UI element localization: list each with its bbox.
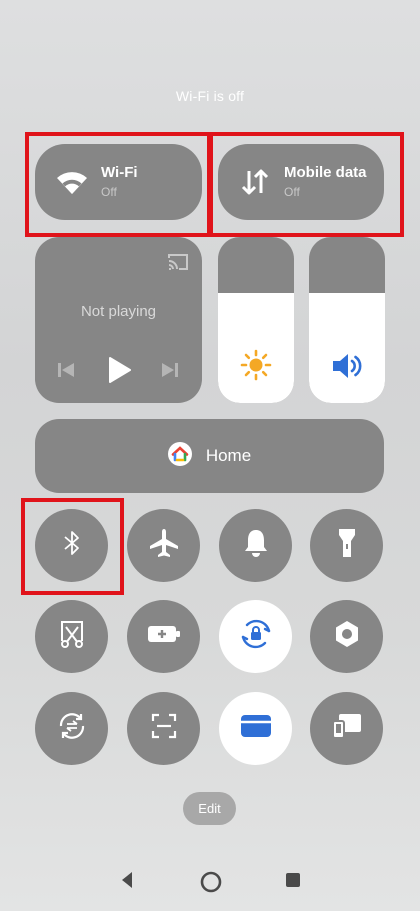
highlight-box-mobile-data — [209, 132, 404, 237]
device-connect-toggle[interactable] — [310, 692, 383, 765]
flashlight-toggle[interactable] — [310, 509, 383, 582]
battery-icon — [147, 624, 181, 649]
play-icon[interactable] — [107, 357, 131, 388]
media-status: Not playing — [80, 303, 157, 320]
settings-toggle[interactable] — [310, 600, 383, 673]
wallet-icon — [240, 713, 272, 744]
scanner-toggle[interactable] — [127, 692, 200, 765]
scissors-icon — [58, 619, 86, 654]
flashlight-icon — [336, 527, 358, 564]
home-nav-icon[interactable] — [196, 870, 226, 894]
edit-button[interactable]: Edit — [183, 792, 236, 825]
airplane-icon — [148, 527, 180, 564]
recents-icon[interactable] — [278, 870, 308, 890]
volume-level-fill — [309, 293, 385, 403]
wifi-status-text: Wi-Fi is off — [175, 88, 245, 104]
battery-saver-toggle[interactable] — [127, 600, 200, 673]
wallet-toggle[interactable] — [219, 692, 292, 765]
previous-icon[interactable] — [57, 361, 75, 384]
volume-slider[interactable] — [309, 237, 385, 403]
home-tile[interactable]: Home — [35, 419, 384, 493]
settings-icon — [332, 619, 362, 654]
media-player-tile[interactable]: Not playing — [35, 237, 202, 403]
screenshot-toggle[interactable] — [35, 600, 108, 673]
devices-icon — [331, 712, 363, 745]
highlight-box-bluetooth — [21, 498, 124, 595]
google-home-icon — [167, 441, 192, 471]
data-saver-icon — [56, 710, 88, 747]
cast-icon[interactable] — [167, 253, 189, 276]
back-icon[interactable] — [112, 870, 142, 890]
scan-icon — [150, 712, 178, 745]
airplane-mode-toggle[interactable] — [127, 509, 200, 582]
rotation-lock-icon — [239, 617, 273, 656]
sound-toggle[interactable] — [219, 509, 292, 582]
bell-icon — [242, 528, 270, 563]
next-icon[interactable] — [161, 361, 179, 384]
rotation-lock-toggle[interactable] — [219, 600, 292, 673]
home-label: Home — [205, 446, 252, 465]
highlight-box-wifi — [25, 132, 211, 237]
brightness-slider[interactable] — [218, 237, 294, 403]
volume-icon — [309, 351, 385, 381]
data-saver-toggle[interactable] — [35, 692, 108, 765]
brightness-icon — [218, 349, 294, 381]
